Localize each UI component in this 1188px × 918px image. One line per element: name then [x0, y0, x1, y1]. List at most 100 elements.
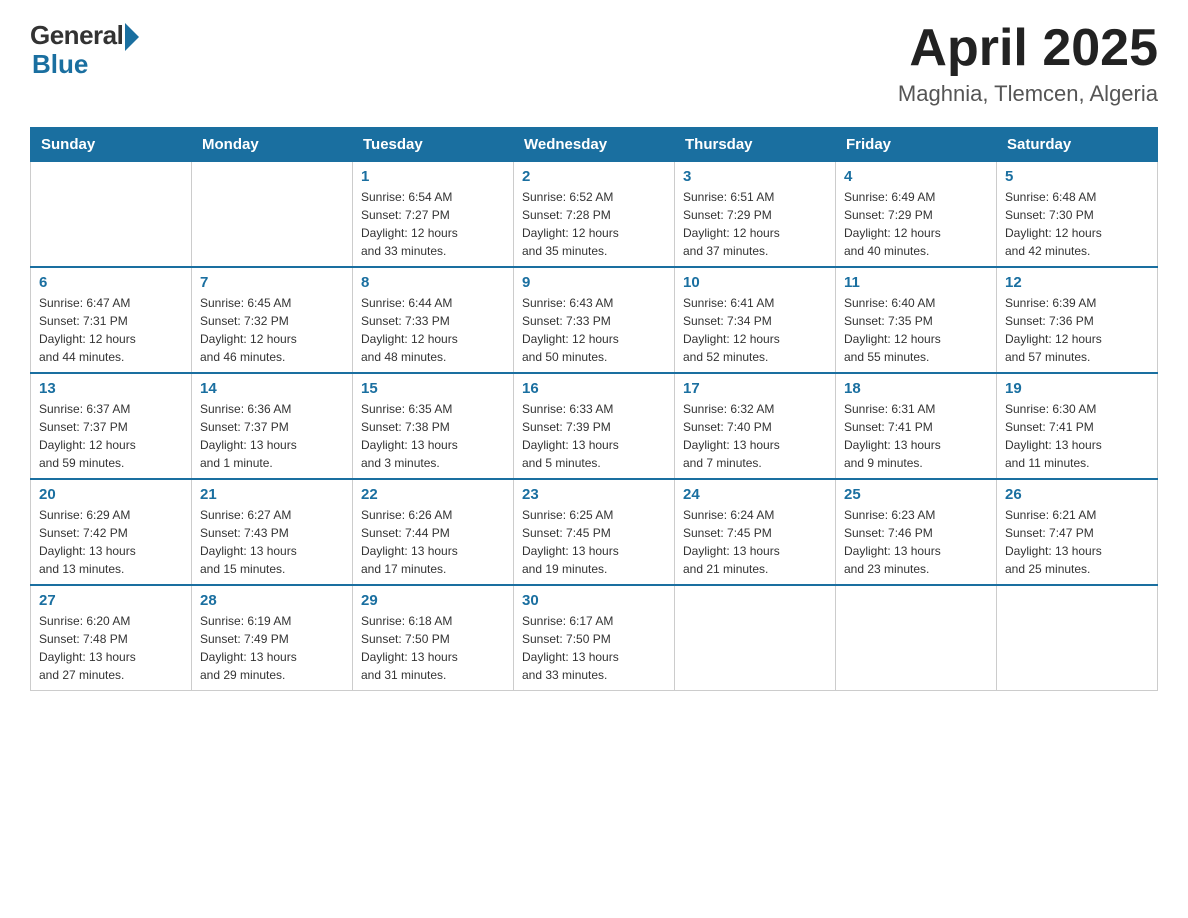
- day-number: 4: [844, 168, 988, 185]
- calendar-cell: 21Sunrise: 6:27 AM Sunset: 7:43 PM Dayli…: [192, 479, 353, 585]
- logo-blue-text: Blue: [32, 49, 88, 80]
- calendar-cell: [192, 162, 353, 268]
- day-info: Sunrise: 6:18 AM Sunset: 7:50 PM Dayligh…: [361, 612, 505, 684]
- calendar-cell: 5 Sunrise: 6:48 AM Sunset: 7:30 PM Daylig…: [997, 162, 1158, 268]
- calendar-cell: 28Sunrise: 6:19 AM Sunset: 7:49 PM Dayli…: [192, 585, 353, 691]
- weekday-header-tuesday: Tuesday: [353, 128, 514, 162]
- day-info: Sunrise: 6:23 AM Sunset: 7:46 PM Dayligh…: [844, 506, 988, 578]
- calendar-table: SundayMondayTuesdayWednesdayThursdayFrid…: [30, 127, 1158, 691]
- calendar-cell: 10 Sunrise: 6:41 AM Sunset: 7:34 PM Dayli…: [675, 267, 836, 373]
- day-info: Sunrise: 6:27 AM Sunset: 7:43 PM Dayligh…: [200, 506, 344, 578]
- calendar-cell: 20Sunrise: 6:29 AM Sunset: 7:42 PM Dayli…: [31, 479, 192, 585]
- day-info: Sunrise: 6:33 AM Sunset: 7:39 PM Dayligh…: [522, 400, 666, 472]
- day-number: 7: [200, 274, 344, 291]
- weekday-header-sunday: Sunday: [31, 128, 192, 162]
- calendar-cell: 12 Sunrise: 6:39 AM Sunset: 7:36 PM Dayli…: [997, 267, 1158, 373]
- day-info: Sunrise: 6:31 AM Sunset: 7:41 PM Dayligh…: [844, 400, 988, 472]
- logo-arrow-icon: [125, 23, 139, 51]
- day-number: 8: [361, 274, 505, 291]
- weekday-header-saturday: Saturday: [997, 128, 1158, 162]
- day-number: 6: [39, 274, 183, 291]
- calendar-cell: 4 Sunrise: 6:49 AM Sunset: 7:29 PM Daylig…: [836, 162, 997, 268]
- calendar-cell: 9Sunrise: 6:43 AM Sunset: 7:33 PM Daylig…: [514, 267, 675, 373]
- calendar-cell: 16Sunrise: 6:33 AM Sunset: 7:39 PM Dayli…: [514, 373, 675, 479]
- calendar-week-2: 6 Sunrise: 6:47 AM Sunset: 7:31 PM Daylig…: [31, 267, 1158, 373]
- day-info: Sunrise: 6:35 AM Sunset: 7:38 PM Dayligh…: [361, 400, 505, 472]
- calendar-cell: 30Sunrise: 6:17 AM Sunset: 7:50 PM Dayli…: [514, 585, 675, 691]
- day-number: 24: [683, 486, 827, 503]
- calendar-week-4: 20Sunrise: 6:29 AM Sunset: 7:42 PM Dayli…: [31, 479, 1158, 585]
- day-number: 26: [1005, 486, 1149, 503]
- calendar-cell: 17Sunrise: 6:32 AM Sunset: 7:40 PM Dayli…: [675, 373, 836, 479]
- calendar-week-1: 1Sunrise: 6:54 AM Sunset: 7:27 PM Daylig…: [31, 162, 1158, 268]
- day-number: 11: [844, 274, 988, 291]
- day-info: Sunrise: 6:40 AM Sunset: 7:35 PM Dayligh…: [844, 294, 988, 366]
- calendar-cell: 7 Sunrise: 6:45 AM Sunset: 7:32 PM Daylig…: [192, 267, 353, 373]
- day-number: 5: [1005, 168, 1149, 185]
- calendar-cell: 11 Sunrise: 6:40 AM Sunset: 7:35 PM Dayli…: [836, 267, 997, 373]
- day-info: Sunrise: 6:39 AM Sunset: 7:36 PM Dayligh…: [1005, 294, 1149, 366]
- day-number: 17: [683, 380, 827, 397]
- day-number: 13: [39, 380, 183, 397]
- page-header: General Blue April 2025 Maghnia, Tlemcen…: [30, 20, 1158, 107]
- day-info: Sunrise: 6:30 AM Sunset: 7:41 PM Dayligh…: [1005, 400, 1149, 472]
- day-number: 22: [361, 486, 505, 503]
- day-info: Sunrise: 6:41 AM Sunset: 7:34 PM Dayligh…: [683, 294, 827, 366]
- day-info: Sunrise: 6:21 AM Sunset: 7:47 PM Dayligh…: [1005, 506, 1149, 578]
- day-number: 12: [1005, 274, 1149, 291]
- day-info: Sunrise: 6:26 AM Sunset: 7:44 PM Dayligh…: [361, 506, 505, 578]
- calendar-cell: 25 Sunrise: 6:23 AM Sunset: 7:46 PM Dayli…: [836, 479, 997, 585]
- calendar-cell: 26 Sunrise: 6:21 AM Sunset: 7:47 PM Dayli…: [997, 479, 1158, 585]
- calendar-cell: 14 Sunrise: 6:36 AM Sunset: 7:37 PM Dayli…: [192, 373, 353, 479]
- calendar-cell: 1Sunrise: 6:54 AM Sunset: 7:27 PM Daylig…: [353, 162, 514, 268]
- day-number: 14: [200, 380, 344, 397]
- day-info: Sunrise: 6:24 AM Sunset: 7:45 PM Dayligh…: [683, 506, 827, 578]
- calendar-cell: 2Sunrise: 6:52 AM Sunset: 7:28 PM Daylig…: [514, 162, 675, 268]
- day-number: 25: [844, 486, 988, 503]
- weekday-header-thursday: Thursday: [675, 128, 836, 162]
- calendar-cell: 13Sunrise: 6:37 AM Sunset: 7:37 PM Dayli…: [31, 373, 192, 479]
- day-number: 28: [200, 592, 344, 609]
- calendar-location: Maghnia, Tlemcen, Algeria: [898, 81, 1158, 107]
- calendar-cell: [675, 585, 836, 691]
- calendar-cell: [997, 585, 1158, 691]
- calendar-cell: 19 Sunrise: 6:30 AM Sunset: 7:41 PM Dayli…: [997, 373, 1158, 479]
- day-number: 3: [683, 168, 827, 185]
- day-info: Sunrise: 6:45 AM Sunset: 7:32 PM Dayligh…: [200, 294, 344, 366]
- day-info: Sunrise: 6:47 AM Sunset: 7:31 PM Dayligh…: [39, 294, 183, 366]
- logo-general-text: General: [30, 20, 123, 51]
- calendar-cell: 3 Sunrise: 6:51 AM Sunset: 7:29 PM Daylig…: [675, 162, 836, 268]
- calendar-title: April 2025: [898, 20, 1158, 77]
- day-number: 27: [39, 592, 183, 609]
- day-number: 23: [522, 486, 666, 503]
- calendar-cell: 27Sunrise: 6:20 AM Sunset: 7:48 PM Dayli…: [31, 585, 192, 691]
- calendar-cell: [836, 585, 997, 691]
- day-info: Sunrise: 6:44 AM Sunset: 7:33 PM Dayligh…: [361, 294, 505, 366]
- day-number: 15: [361, 380, 505, 397]
- day-info: Sunrise: 6:36 AM Sunset: 7:37 PM Dayligh…: [200, 400, 344, 472]
- calendar-week-5: 27Sunrise: 6:20 AM Sunset: 7:48 PM Dayli…: [31, 585, 1158, 691]
- day-info: Sunrise: 6:43 AM Sunset: 7:33 PM Dayligh…: [522, 294, 666, 366]
- day-info: Sunrise: 6:54 AM Sunset: 7:27 PM Dayligh…: [361, 188, 505, 260]
- day-number: 29: [361, 592, 505, 609]
- day-info: Sunrise: 6:48 AM Sunset: 7:30 PM Dayligh…: [1005, 188, 1149, 260]
- weekday-header-monday: Monday: [192, 128, 353, 162]
- calendar-cell: 18Sunrise: 6:31 AM Sunset: 7:41 PM Dayli…: [836, 373, 997, 479]
- day-info: Sunrise: 6:29 AM Sunset: 7:42 PM Dayligh…: [39, 506, 183, 578]
- calendar-week-3: 13Sunrise: 6:37 AM Sunset: 7:37 PM Dayli…: [31, 373, 1158, 479]
- day-number: 10: [683, 274, 827, 291]
- day-info: Sunrise: 6:51 AM Sunset: 7:29 PM Dayligh…: [683, 188, 827, 260]
- calendar-cell: 23 Sunrise: 6:25 AM Sunset: 7:45 PM Dayli…: [514, 479, 675, 585]
- title-block: April 2025 Maghnia, Tlemcen, Algeria: [898, 20, 1158, 107]
- logo: General Blue: [30, 20, 139, 80]
- calendar-cell: 8 Sunrise: 6:44 AM Sunset: 7:33 PM Daylig…: [353, 267, 514, 373]
- day-info: Sunrise: 6:17 AM Sunset: 7:50 PM Dayligh…: [522, 612, 666, 684]
- calendar-cell: 29 Sunrise: 6:18 AM Sunset: 7:50 PM Dayli…: [353, 585, 514, 691]
- day-info: Sunrise: 6:25 AM Sunset: 7:45 PM Dayligh…: [522, 506, 666, 578]
- weekday-header-friday: Friday: [836, 128, 997, 162]
- weekday-header-wednesday: Wednesday: [514, 128, 675, 162]
- day-info: Sunrise: 6:52 AM Sunset: 7:28 PM Dayligh…: [522, 188, 666, 260]
- day-info: Sunrise: 6:49 AM Sunset: 7:29 PM Dayligh…: [844, 188, 988, 260]
- calendar-header-row: SundayMondayTuesdayWednesdayThursdayFrid…: [31, 128, 1158, 162]
- day-number: 19: [1005, 380, 1149, 397]
